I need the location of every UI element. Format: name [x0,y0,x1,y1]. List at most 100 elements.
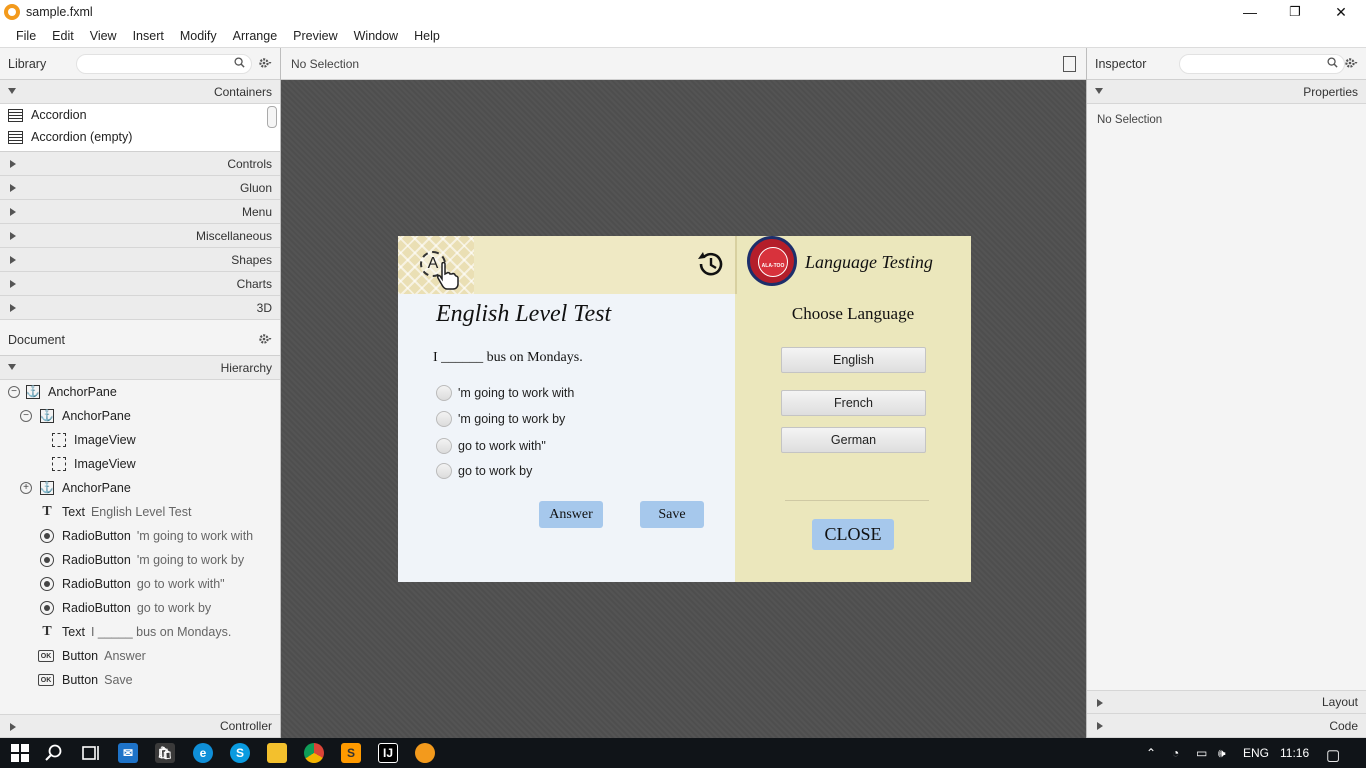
answer-button[interactable]: Answer [539,501,603,528]
french-button[interactable]: French [781,390,926,416]
task-view-icon[interactable] [80,743,100,763]
collapsed-triangle-icon [10,232,16,240]
menu-edit[interactable]: Edit [44,29,82,43]
file-explorer-icon[interactable] [267,743,287,763]
option-label: 'm going to work by [458,412,566,426]
inspector-search-input[interactable] [1179,54,1345,74]
inspector-label: Inspector [1095,56,1147,71]
section-containers[interactable]: Containers [0,80,280,104]
option-radio-3[interactable]: go to work with" [436,438,546,454]
collapse-toggle-icon[interactable]: − [20,410,32,422]
scene-builder-taskbar-icon[interactable] [415,743,435,763]
collapse-toggle-icon[interactable]: − [8,386,20,398]
gear-icon[interactable] [258,56,272,70]
section-controller[interactable]: Controller [0,714,280,738]
option-radio-4[interactable]: go to work by [436,463,532,479]
german-button[interactable]: German [781,427,926,453]
app-logo-image[interactable]: A [398,236,474,294]
library-item-accordion-empty[interactable]: Accordion (empty) [0,126,280,148]
section-shapes[interactable]: Shapes [0,248,280,272]
section-hierarchy[interactable]: Hierarchy [0,356,280,380]
close-window-button[interactable]: ✕ [1318,0,1364,24]
windows-start-icon[interactable] [10,743,30,763]
clock[interactable]: 11:16 [1280,746,1309,760]
gear-icon[interactable] [258,332,272,346]
minimize-button[interactable]: — [1227,0,1273,24]
store-icon[interactable]: 🛍 [155,743,175,763]
menu-window[interactable]: Window [346,29,406,43]
notifications-icon[interactable]: ▢ [1326,746,1340,764]
window-title: sample.fxml [26,5,93,19]
section-code[interactable]: Code [1087,714,1366,738]
menu-view[interactable]: View [82,29,125,43]
history-icon[interactable] [696,250,724,278]
tree-item-radio-2[interactable]: RadioButton 'm going to work by [0,548,280,572]
tree-item-value: go to work by [136,601,212,615]
radio-circle[interactable] [436,463,452,479]
pointer-hand-icon [437,262,459,290]
section-controls[interactable]: Controls [0,152,280,176]
tree-item-radio-3[interactable]: RadioButton go to work with" [0,572,280,596]
library-item-accordion[interactable]: Accordion [0,104,280,126]
skype-icon[interactable]: S [230,743,250,763]
battery-icon[interactable]: ▭ [1196,746,1207,760]
tree-item-radio-1[interactable]: RadioButton 'm going to work with [0,524,280,548]
option-radio-2[interactable]: 'm going to work by [436,411,565,427]
language-indicator[interactable]: ENG [1243,746,1269,760]
edge-icon[interactable]: e [193,743,213,763]
section-gluon[interactable]: Gluon [0,176,280,200]
tree-item-type: RadioButton [62,529,131,543]
accordion-icon [8,108,23,122]
section-layout[interactable]: Layout [1087,690,1366,714]
app-preview[interactable]: A English Level Test I ______ bus on Mon… [398,236,971,582]
menu-insert[interactable]: Insert [125,29,172,43]
network-icon[interactable]: ◔ [1172,746,1179,760]
tree-item-text-title[interactable]: T Text English Level Test [0,500,280,524]
chrome-icon[interactable] [304,743,324,763]
tree-item-imageview-1[interactable]: ImageView [0,428,280,452]
volume-icon[interactable]: 🕪 [1218,746,1226,761]
save-button[interactable]: Save [640,501,704,528]
tree-item-type: Button [62,649,99,663]
tray-chevron-icon[interactable]: ⌃ [1146,746,1156,760]
tree-item-button-answer[interactable]: OK Button Answer [0,644,280,668]
tree-item-button-save[interactable]: OK Button Save [0,668,280,692]
section-3d[interactable]: 3D [0,296,280,320]
option-label: go to work with" [458,439,546,453]
document-icon[interactable] [1063,56,1076,72]
mail-icon[interactable]: ✉ [118,743,138,763]
english-button[interactable]: English [781,347,926,373]
sublime-text-icon[interactable]: S [341,743,361,763]
menu-preview[interactable]: Preview [285,29,345,43]
tree-item-anchorpane-header[interactable]: − ⚓ AnchorPane [0,404,280,428]
menu-arrange[interactable]: Arrange [225,29,285,43]
option-radio-1[interactable]: 'm going to work with [436,385,574,401]
tree-item-text-question[interactable]: T Text I _____ bus on Mondays. [0,620,280,644]
radio-circle[interactable] [436,438,452,454]
expand-toggle-icon[interactable]: + [20,482,32,494]
radio-circle[interactable] [436,411,452,427]
section-charts[interactable]: Charts [0,272,280,296]
intellij-icon[interactable]: IJ [378,743,398,763]
library-item-label: Accordion [31,108,87,122]
radio-circle[interactable] [436,385,452,401]
tree-item-type: RadioButton [62,553,131,567]
section-miscellaneous[interactable]: Miscellaneous [0,224,280,248]
library-search-input[interactable] [76,54,252,74]
menu-help[interactable]: Help [406,29,448,43]
tree-item-imageview-2[interactable]: ImageView [0,452,280,476]
library-scrollbar[interactable] [267,106,277,128]
button-icon: OK [38,650,54,662]
menu-modify[interactable]: Modify [172,29,225,43]
gear-icon[interactable] [1344,56,1358,70]
tree-item-radio-4[interactable]: RadioButton go to work by [0,596,280,620]
section-containers-label: Containers [213,84,272,99]
close-button[interactable]: CLOSE [812,519,894,550]
section-menu[interactable]: Menu [0,200,280,224]
menu-file[interactable]: File [8,29,44,43]
section-properties[interactable]: Properties [1087,80,1366,104]
tree-item-anchorpane-right[interactable]: + ⚓ AnchorPane [0,476,280,500]
search-icon[interactable] [44,743,64,763]
restore-button[interactable]: ❐ [1272,0,1318,24]
tree-item-anchorpane-root[interactable]: − ⚓ AnchorPane [0,380,280,404]
